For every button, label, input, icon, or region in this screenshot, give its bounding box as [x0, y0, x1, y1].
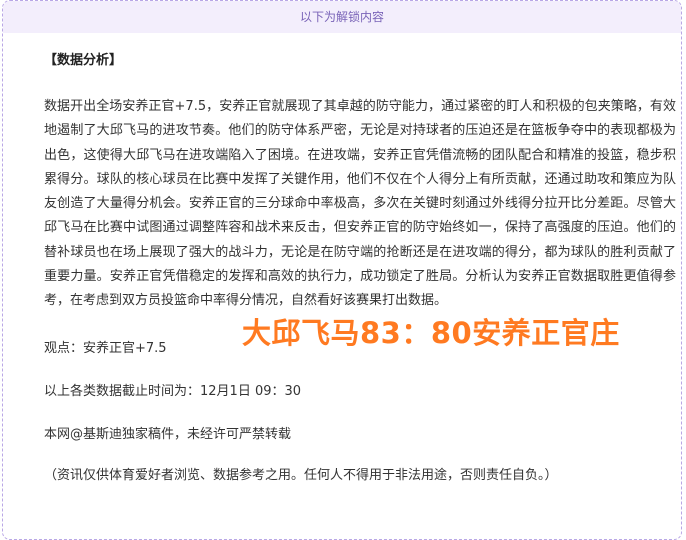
copyright-text: 本网@基斯迪独家稿件，未经许可严禁转载 [44, 427, 292, 442]
analysis-paragraph: 数据开出全场安养正官+7.5，安养正官就展现了其卓越的防守能力，通过紧密的盯人和… [44, 99, 676, 309]
section-title: 【数据分析】 [44, 53, 123, 68]
analysis-paragraph-wrap: 数据开出全场安养正官+7.5，安养正官就展现了其卓越的防守能力，通过紧密的盯人和… [44, 95, 676, 314]
cutoff-time-text: 以上各类数据截止时间为：12月1日 09：30 [44, 384, 302, 399]
viewpoint-text: 观点：安养正官+7.5 [44, 341, 167, 356]
disclaimer-text: （资讯仅供体育爱好者浏览、数据参考之用。任何人不得用于非法用途，否则责任自负。） [44, 468, 558, 483]
score-overlay: 大邱飞马83：80安养正官庄 [242, 316, 620, 350]
unlock-banner: 以下为解锁内容 [3, 1, 681, 33]
article-body: 【数据分析】 [44, 50, 674, 86]
